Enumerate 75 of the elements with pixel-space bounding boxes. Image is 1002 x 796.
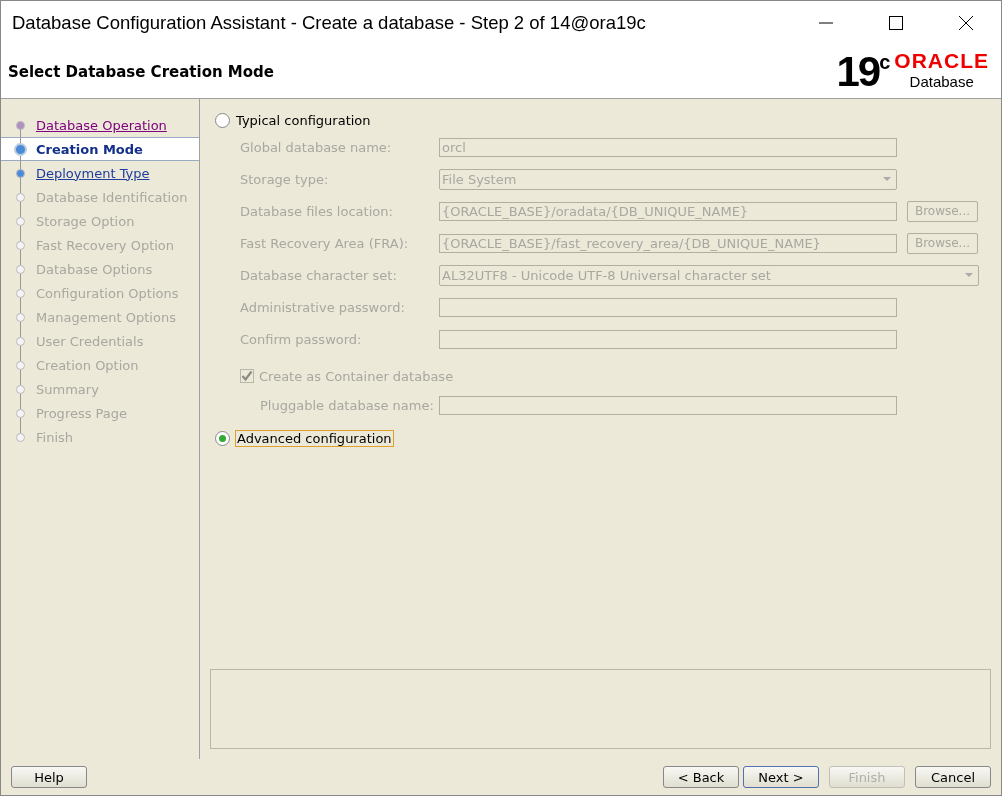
step-label: Summary <box>36 381 99 397</box>
step-label: Fast Recovery Option <box>36 237 175 253</box>
input-field[interactable] <box>439 329 897 349</box>
step-label: Creation Option <box>36 357 139 373</box>
step-item[interactable]: Summary <box>1 377 199 401</box>
step-label: Progress Page <box>36 405 128 421</box>
brand-logo: ORACLE <box>894 49 989 72</box>
step-dot-icon <box>16 265 25 274</box>
step-item[interactable]: Configuration Options <box>1 281 199 305</box>
field-label: Administrative password: <box>240 299 406 315</box>
field-label: Database files location: <box>240 203 394 219</box>
step-label: Database Identification <box>36 189 188 205</box>
step-dot-icon <box>16 241 25 250</box>
step-item[interactable]: Database Options <box>1 257 199 281</box>
help-button[interactable]: Help <box>11 766 87 788</box>
step-item[interactable]: Database Operation <box>1 113 199 137</box>
radio-button[interactable] <box>215 430 230 446</box>
radio-button[interactable] <box>215 112 230 128</box>
step-dot-icon <box>16 337 25 346</box>
step-label: Creation Mode <box>36 141 143 157</box>
step-item[interactable]: Storage Option <box>1 209 199 233</box>
close-icon[interactable] <box>959 16 973 30</box>
step-item[interactable]: Database Identification <box>1 185 199 209</box>
product-name: Database <box>909 71 974 92</box>
step-label: Configuration Options <box>36 285 179 301</box>
step-dot-icon <box>16 121 25 130</box>
step-label: Finish <box>36 429 73 445</box>
step-dot-icon <box>16 385 25 394</box>
input-field[interactable]: orcl <box>439 137 897 157</box>
step-item[interactable]: Progress Page <box>1 401 199 425</box>
step-item[interactable]: Finish <box>1 425 199 449</box>
step-item[interactable]: User Credentials <box>1 329 199 353</box>
next-button[interactable]: Next > <box>743 766 819 788</box>
radio-label: Typical configuration <box>235 112 372 128</box>
input-field[interactable]: {ORACLE_BASE}/fast_recovery_area/{DB_UNIQUE_NAME} <box>439 233 897 253</box>
step-dot-icon <box>16 217 25 226</box>
step-dot-icon <box>16 361 25 370</box>
step-item[interactable]: Management Options <box>1 305 199 329</box>
step-dot-icon <box>16 289 25 298</box>
maximize-icon[interactable] <box>889 16 903 30</box>
field-label: Confirm password: <box>240 331 363 347</box>
step-label: Storage Option <box>36 213 135 229</box>
step-dot-icon <box>14 143 27 156</box>
field-label: Pluggable database name: <box>260 397 435 413</box>
field-label: Storage type: <box>240 171 330 187</box>
back-button[interactable]: < Back <box>663 766 739 788</box>
step-dot-icon <box>16 193 25 202</box>
version-logo: 19$^{c}$ <box>836 49 889 94</box>
dropdown-field[interactable]: File System <box>439 168 897 190</box>
step-dot-icon <box>16 409 25 418</box>
dropdown-field[interactable]: AL32UTF8 - Unicode UTF-8 Universal character set <box>439 264 979 286</box>
step-dot-icon <box>16 169 25 178</box>
cancel-button[interactable]: Cancel <box>915 766 991 788</box>
step-label: Database Operation <box>36 117 167 133</box>
step-label: Deployment Type <box>36 165 150 181</box>
checkbox[interactable] <box>240 369 254 383</box>
step-dot-icon <box>16 433 25 442</box>
input-field[interactable]: {ORACLE_BASE}/oradata/{DB_UNIQUE_NAME} <box>439 201 897 221</box>
step-label: User Credentials <box>36 333 144 349</box>
page-heading: Select Database Creation Mode <box>8 62 274 81</box>
step-item[interactable]: Fast Recovery Option <box>1 233 199 257</box>
radio-label: Advanced configuration <box>235 429 394 447</box>
step-dot-icon <box>16 313 25 322</box>
step-label: Database Options <box>36 261 153 277</box>
field-label: Database character set: <box>240 267 398 283</box>
input-field[interactable] <box>439 395 897 415</box>
step-label: Management Options <box>36 309 176 325</box>
window-title: Database Configuration Assistant - Create a database - Step 2 of 14@ora19c <box>12 12 646 34</box>
current-step[interactable]: Creation Mode <box>1 137 199 161</box>
field-label: Fast Recovery Area (FRA): <box>240 235 410 251</box>
checkbox-label: Create as Container database <box>259 368 454 384</box>
field-label: Global database name: <box>240 139 393 155</box>
step-item[interactable]: Creation Option <box>1 353 199 377</box>
step-item[interactable]: Deployment Type <box>1 161 199 185</box>
input-field[interactable] <box>439 297 897 317</box>
